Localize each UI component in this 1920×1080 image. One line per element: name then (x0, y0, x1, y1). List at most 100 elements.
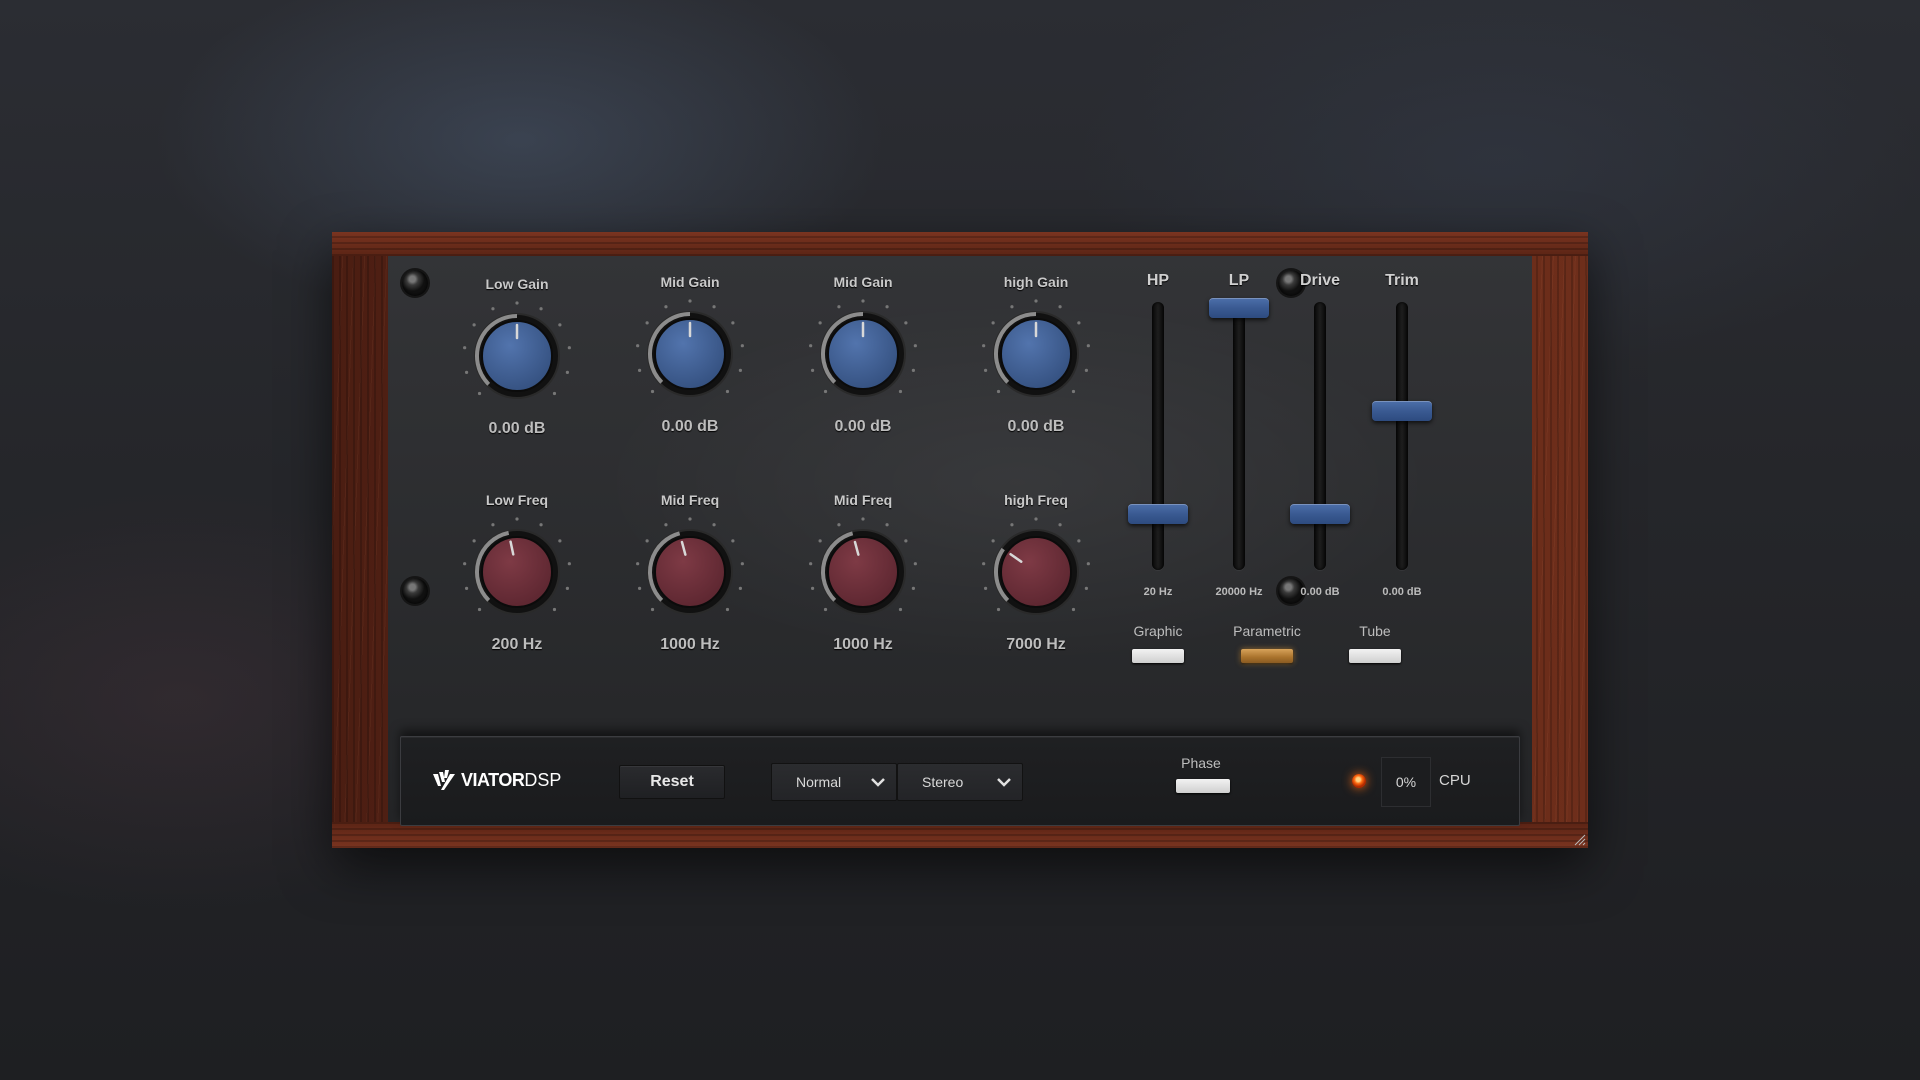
fader-track-lp[interactable] (1233, 302, 1245, 570)
channel-select[interactable]: Stereo (897, 763, 1023, 801)
knob-tick (1034, 517, 1038, 521)
knob-tick (1077, 539, 1081, 543)
knob-dial[interactable] (798, 292, 928, 412)
screw-bottom-left (402, 578, 428, 604)
knob-dial[interactable] (452, 294, 582, 414)
knob-tick (464, 586, 469, 590)
brand-logo: VIATOR DSP (431, 767, 561, 793)
knob-tick (1034, 299, 1038, 303)
knob-tick (809, 562, 813, 566)
knob-tick (645, 539, 649, 543)
knob-tick (810, 586, 815, 590)
cpu-label: CPU (1439, 772, 1471, 789)
knob-tick (740, 344, 744, 348)
knob-tick (913, 562, 917, 566)
knob-value: 0.00 dB (1007, 418, 1065, 435)
mode-button-graphic[interactable] (1132, 649, 1184, 663)
knob-tick (982, 562, 986, 566)
knob-tick (645, 321, 649, 325)
fader-track-trim[interactable] (1396, 302, 1408, 570)
fader-thumb-hp[interactable] (1128, 504, 1188, 524)
fader-track-hp[interactable] (1152, 302, 1164, 570)
knob-tick (636, 344, 640, 348)
knob-tick (837, 305, 841, 309)
knob-tick (472, 539, 476, 543)
knob-mid-freq-1[interactable]: Mid Freq 1000 Hz (615, 490, 765, 654)
knob-tick (650, 607, 655, 612)
fader-value-drive: 0.00 dB (1300, 586, 1340, 598)
knob-tick (712, 523, 716, 527)
fader-value-trim: 0.00 dB (1382, 586, 1422, 598)
knob-dial[interactable] (625, 510, 755, 630)
knob-tick (1086, 562, 1090, 566)
knob-tick (637, 586, 642, 590)
knob-tick (650, 389, 655, 394)
knob-tick (552, 607, 557, 612)
resize-handle-icon[interactable] (1572, 832, 1586, 846)
knob-tick (664, 305, 668, 309)
knob-tick (539, 307, 543, 311)
fader-track-drive[interactable] (1314, 302, 1326, 570)
reset-button[interactable]: Reset (619, 765, 725, 799)
knob-low-gain[interactable]: Low Gain 0.00 dB (442, 274, 592, 438)
knob-tick (565, 370, 570, 374)
mode-button-tube[interactable] (1349, 649, 1401, 663)
knob-tick (885, 523, 889, 527)
knob-value: 1000 Hz (660, 636, 720, 653)
knob-low-freq[interactable]: Low Freq 200 Hz (442, 490, 592, 654)
knob-tick (491, 307, 495, 311)
knob-tick (1058, 523, 1062, 527)
mode-label-tube: Tube (1359, 623, 1391, 639)
knob-tick (463, 562, 467, 566)
fader-thumb-trim[interactable] (1372, 401, 1432, 421)
knob-tick (731, 321, 735, 325)
knob-tick (515, 517, 519, 521)
knob-tick (477, 607, 482, 612)
phase-toggle[interactable] (1176, 779, 1230, 793)
knob-mid-freq-2[interactable]: Mid Freq 1000 Hz (788, 490, 938, 654)
knob-tick (913, 344, 917, 348)
plugin-window: Low Gain 0.00 dB Mid Gain 0.00 dB Mid Ga… (332, 232, 1588, 848)
mode-select[interactable]: Normal (771, 763, 897, 801)
knob-mid-gain-1[interactable]: Mid Gain 0.00 dB (615, 272, 765, 436)
fader-value-hp: 20 Hz (1143, 586, 1173, 598)
knob-high-gain[interactable]: high Gain 0.00 dB (961, 272, 1111, 436)
knob-tick (491, 523, 495, 527)
knob-dial[interactable] (971, 292, 1101, 412)
knob-tick (725, 607, 730, 612)
fader-thumb-lp[interactable] (1209, 298, 1269, 318)
knob-tick (464, 370, 469, 374)
knob-tick (1086, 344, 1090, 348)
knob-tick (898, 607, 903, 612)
knob-dial[interactable] (798, 510, 928, 630)
knob-tick (725, 389, 730, 394)
viator-logo-icon (433, 770, 455, 790)
knob-tick (861, 299, 865, 303)
knob-value: 7000 Hz (1006, 636, 1066, 653)
knob-label: Mid Freq (660, 492, 720, 508)
knob-value: 0.00 dB (488, 420, 546, 437)
knob-tick (818, 539, 822, 543)
knob-tick (911, 586, 916, 590)
knob-dial[interactable] (452, 510, 582, 630)
knob-label: high Freq (1004, 492, 1068, 508)
fader-title-hp: HP (1146, 272, 1170, 289)
fader-title-drive: Drive (1299, 272, 1341, 289)
fader-thumb-drive[interactable] (1290, 504, 1350, 524)
knob-dial[interactable] (625, 292, 755, 412)
knob-dial[interactable] (971, 510, 1101, 630)
knob-tick (1010, 523, 1014, 527)
knob-tick (567, 346, 571, 350)
knob-tick (983, 586, 988, 590)
fader-title-trim: Trim (1385, 272, 1419, 289)
mode-button-parametric[interactable] (1241, 649, 1293, 663)
knob-tick (515, 301, 519, 305)
knob-tick (539, 523, 543, 527)
knob-tick (898, 389, 903, 394)
knob-tick (983, 368, 988, 372)
knob-tick (904, 539, 908, 543)
knob-tick (463, 346, 467, 350)
knob-mid-gain-2[interactable]: Mid Gain 0.00 dB (788, 272, 938, 436)
knob-high-freq[interactable]: high Freq 7000 Hz (961, 490, 1111, 654)
knob-label: Mid Freq (833, 492, 893, 508)
